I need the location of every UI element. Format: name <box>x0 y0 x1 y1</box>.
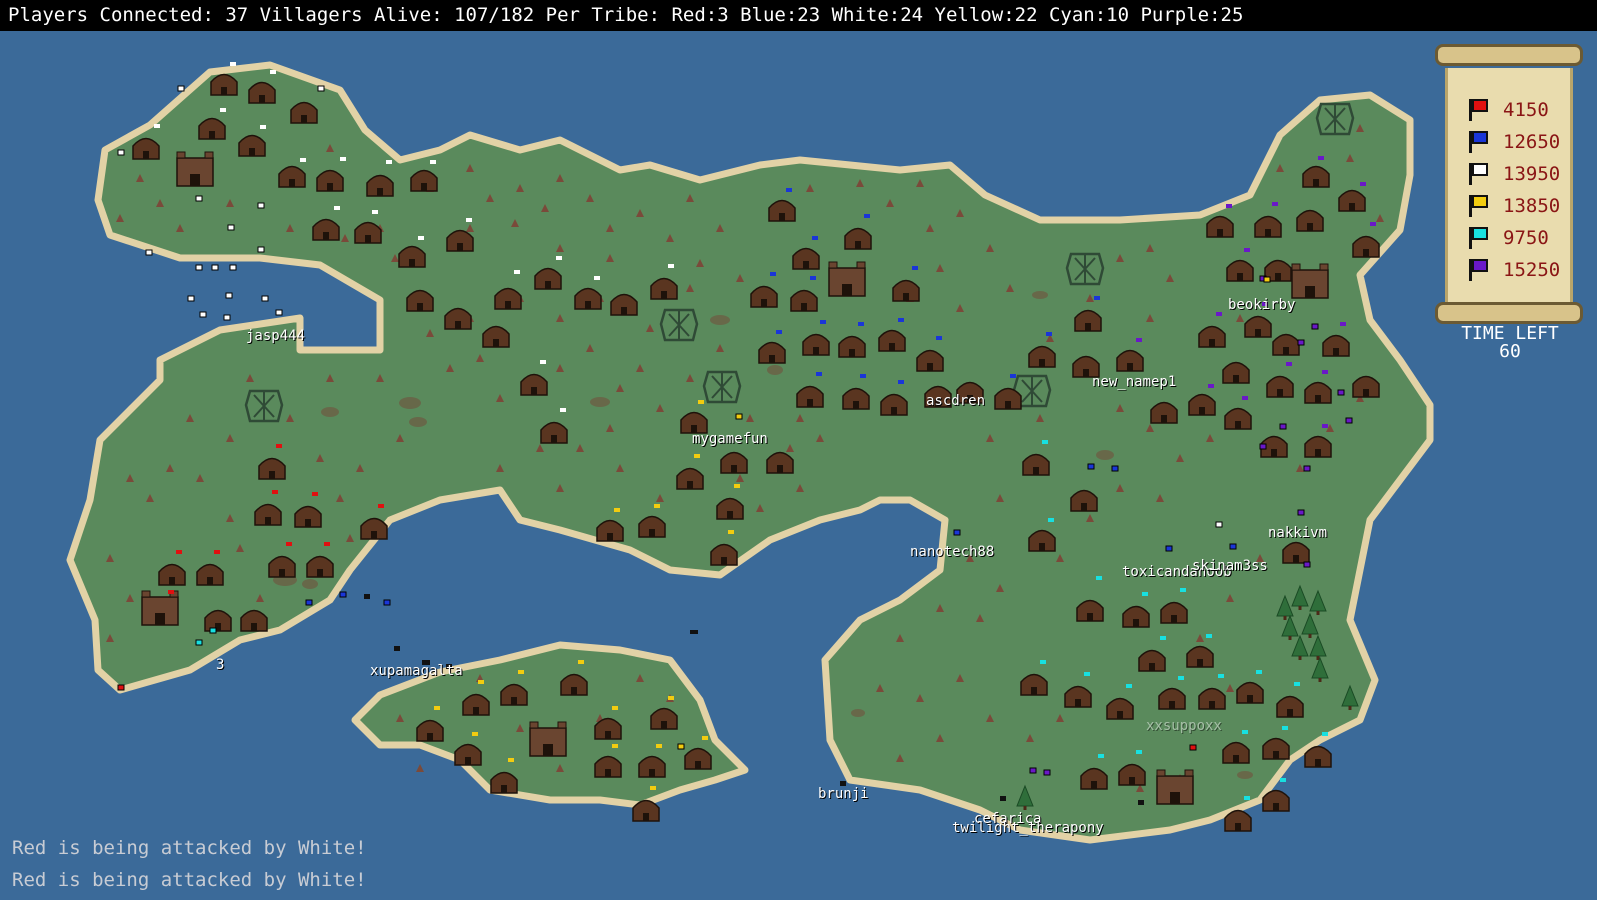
event-log-line: Red is being attacked by White! <box>12 837 367 859</box>
yellow-flag-icon <box>1472 195 1488 208</box>
score-value-purple: 15250 <box>1503 259 1561 281</box>
event-log: Red is being attacked by White! Red is b… <box>12 832 367 896</box>
time-left: TIME LEFT 60 <box>1430 325 1590 361</box>
player-tag-xupamagalta: xupamagalta <box>370 663 463 679</box>
score-row-purple: 15250 <box>1469 257 1579 283</box>
player-tag-beokirby: beokirby <box>1228 297 1296 313</box>
player-tag-mygamefun: mygamefun <box>692 431 768 447</box>
score-value-white: 13950 <box>1503 163 1561 185</box>
scoreboard-scroll: 4150 12650 13950 13850 9750 15250 <box>1435 44 1583 326</box>
cyan-flag-icon <box>1472 227 1488 240</box>
player-tag-ascdren: ascdren <box>926 393 986 409</box>
island-main <box>66 61 1434 844</box>
blue-flag-icon <box>1472 131 1488 144</box>
score-row-cyan: 9750 <box>1469 225 1579 251</box>
score-value-red: 4150 <box>1503 99 1549 121</box>
event-log-line: Red is being attacked by White! <box>12 869 367 891</box>
purple-flag-icon <box>1472 259 1488 272</box>
score-value-cyan: 9750 <box>1503 227 1549 249</box>
score-row-white: 13950 <box>1469 161 1579 187</box>
game-map[interactable] <box>0 31 1597 900</box>
player-tag-skinam3ss: skinam3ss <box>1192 558 1268 574</box>
time-left-value: 60 <box>1499 341 1521 362</box>
score-value-yellow: 13850 <box>1503 195 1561 217</box>
score-row-red: 4150 <box>1469 97 1579 123</box>
player-tag-new-namep1: new_namep1 <box>1092 374 1177 390</box>
player-tag-3: 3 <box>216 657 225 673</box>
score-row-blue: 12650 <box>1469 129 1579 155</box>
player-tag-nakkivm: nakkivm <box>1268 525 1328 541</box>
score-value-blue: 12650 <box>1503 131 1561 153</box>
player-tag-brunji: brunji <box>818 786 869 802</box>
score-row-yellow: 13850 <box>1469 193 1579 219</box>
player-tag-jasp444: jasp444 <box>246 328 306 344</box>
player-tag-twilight-therapony: twilight_therapony <box>952 820 1104 836</box>
player-tag-xxsuppoxx: xxsuppoxx <box>1146 718 1222 734</box>
white-flag-icon <box>1472 163 1488 176</box>
scroll-rod-bottom <box>1435 302 1583 324</box>
status-bar: Players Connected: 37 Villagers Alive: 1… <box>0 0 1597 31</box>
scroll-rod-top <box>1435 44 1583 66</box>
player-tag-nanotech88: nanotech88 <box>910 544 995 560</box>
red-flag-icon <box>1472 99 1488 112</box>
